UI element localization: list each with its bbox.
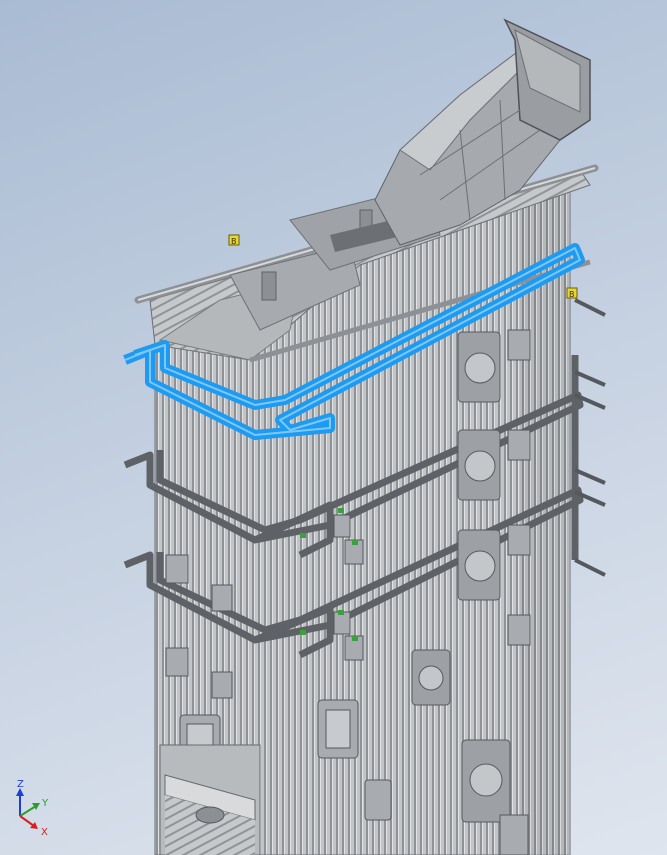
side-nozzles[interactable] [574,298,606,577]
annotation-flag-2[interactable]: B [566,287,578,299]
annotation-flag-1[interactable]: B [228,234,240,246]
view-orientation-triad[interactable]: Z Y X [8,780,58,840]
x-axis-label: X [41,827,48,838]
3d-viewport[interactable]: B B Z Y X [0,0,667,855]
svg-text:B: B [569,290,575,299]
boiler-model[interactable]: B B [0,0,667,855]
y-axis-arrow-icon [32,803,40,810]
z-axis-label: Z [17,780,24,790]
y-axis-label: Y [41,798,49,809]
svg-text:B: B [231,237,237,246]
